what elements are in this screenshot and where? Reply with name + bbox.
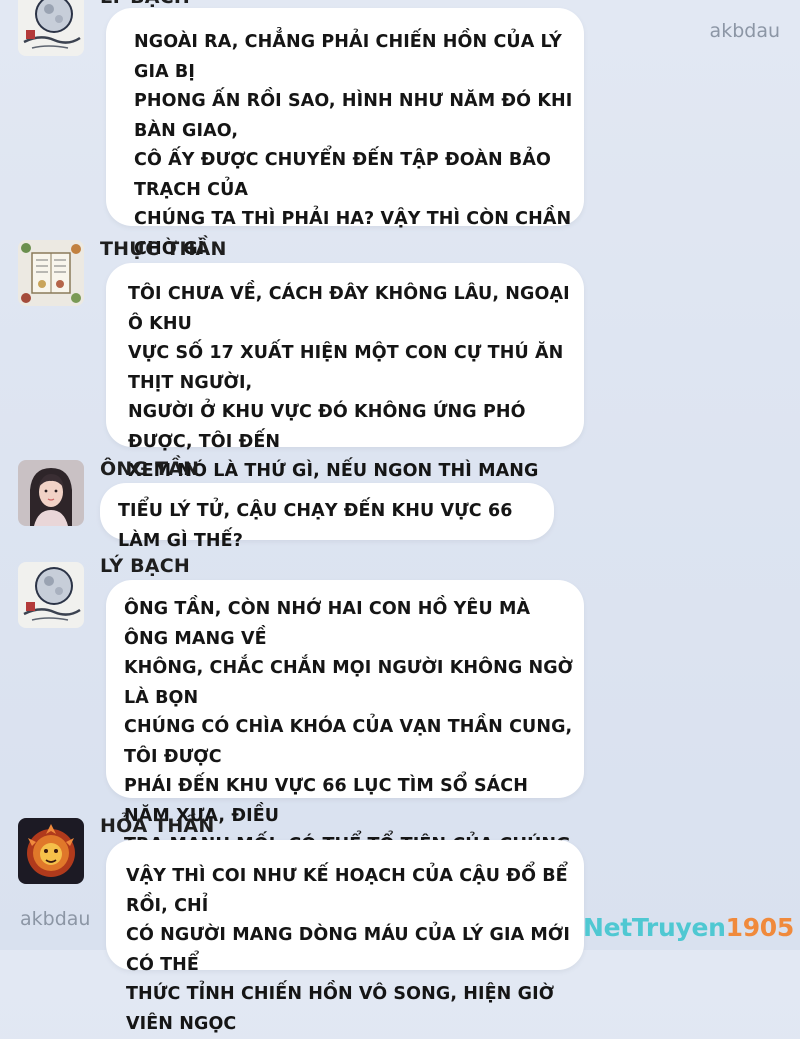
avatar-ly-bach[interactable] bbox=[18, 562, 84, 628]
brand-part1: NetTruyen bbox=[582, 913, 726, 942]
sender-name: ÔNG TẦN bbox=[100, 458, 200, 480]
brand-watermark: NetTruyen1905 bbox=[583, 913, 794, 942]
message-bubble[interactable]: VẬY THÌ COI NHƯ KẾ HOẠCH CỦA CẬU ĐỔ BỂ R… bbox=[106, 840, 584, 1034]
brand-part2: 1905 bbox=[725, 913, 795, 942]
avatar-ong-tan[interactable] bbox=[18, 460, 84, 526]
moon-ink-avatar-icon bbox=[18, 562, 84, 628]
sender-name: LÝ BẠCH bbox=[100, 0, 190, 8]
message-bubble[interactable]: TIỂU LÝ TỬ, CẬU CHẠY ĐẾN KHU VỰC 66 LÀM … bbox=[100, 483, 554, 551]
moon-ink-avatar-icon bbox=[18, 0, 84, 56]
sender-name: HỎA THẦN bbox=[100, 815, 215, 837]
fire-lion-avatar-icon bbox=[18, 818, 84, 884]
sender-name: THỰC THẦN bbox=[100, 238, 227, 260]
watermark-bottom-left: akbdau bbox=[20, 908, 91, 930]
message-bubble[interactable]: ÔNG TẦN, CÒN NHỚ HAI CON HỒ YÊU MÀ ÔNG M… bbox=[106, 580, 584, 914]
message-bubble[interactable]: TÔI CHƯA VỀ, CÁCH ĐÂY KHÔNG LÂU, NGOẠI Ô… bbox=[106, 263, 584, 540]
message-text: TIỂU LÝ TỬ, CẬU CHẠY ĐẾN KHU VỰC 66 LÀM … bbox=[118, 501, 513, 551]
message-bubble[interactable]: NGOÀI RA, CHẲNG PHẢI CHIẾN HỒN CỦA LÝ GI… bbox=[106, 8, 584, 377]
avatar-ly-bach[interactable] bbox=[18, 0, 84, 56]
message-text: VẬY THÌ COI NHƯ KẾ HOẠCH CỦA CẬU ĐỔ BỂ R… bbox=[126, 866, 570, 1034]
watermark-top-right: akbdau bbox=[709, 20, 780, 42]
sender-name: LÝ BẠCH bbox=[100, 555, 190, 577]
avatar-thuc-than[interactable] bbox=[18, 240, 84, 306]
avatar-hoa-than[interactable] bbox=[18, 818, 84, 884]
recipe-book-avatar-icon bbox=[18, 240, 84, 306]
woman-portrait-avatar-icon bbox=[18, 460, 84, 526]
